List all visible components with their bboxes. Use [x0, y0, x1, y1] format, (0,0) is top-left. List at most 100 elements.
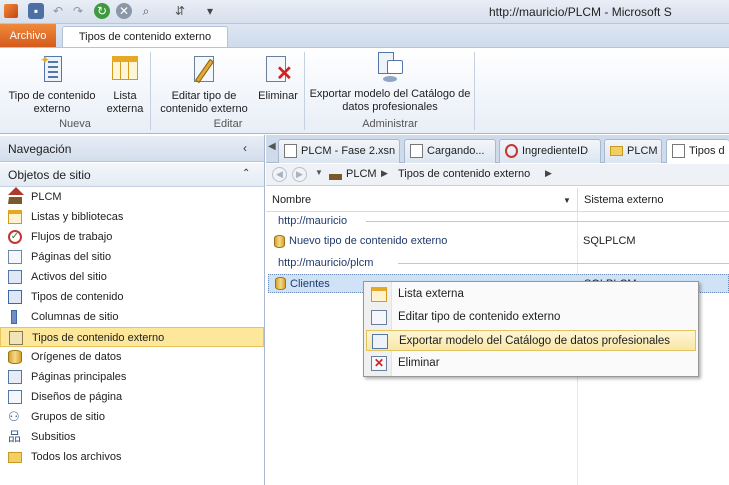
group-header[interactable]: http://mauricio/plcm — [278, 257, 373, 269]
sidebar-item-subsitios[interactable]: 品 Subsitios — [0, 427, 264, 447]
doc-tab-label: Tipos d — [689, 145, 725, 157]
navigation-title: Navegación — [8, 142, 72, 156]
edit-icon — [188, 54, 220, 86]
sidebar-item-label: Páginas principales — [31, 371, 127, 383]
back-icon[interactable]: ◀ — [272, 167, 287, 182]
export-bdc-model-label: Exportar modelo del Catálogo de datos pr… — [309, 88, 471, 113]
sidebar-item-label: Columnas de sitio — [31, 311, 119, 323]
site-objects-header[interactable]: Objetos de sitio — [0, 163, 264, 187]
external-list-icon — [109, 54, 141, 86]
doc-tab-tipos[interactable]: Tipos d — [666, 139, 729, 163]
save-icon[interactable]: ▪ — [28, 3, 44, 19]
preview-icon[interactable]: ⌕ — [138, 3, 154, 19]
sidebar-item-label: Subsitios — [31, 431, 76, 443]
column-header-system[interactable]: Sistema externo — [577, 188, 729, 212]
sidebar-item-paginas-principales[interactable]: Páginas principales — [0, 367, 264, 387]
site-groups-icon: ⚇ — [8, 409, 20, 424]
menu-item-label: Eliminar — [398, 357, 440, 369]
table-row[interactable]: Nuevo tipo de contenido externo SQLPLCM — [270, 232, 729, 251]
master-pages-icon — [8, 370, 22, 384]
file-tab[interactable]: Archivo — [0, 24, 56, 48]
column-header-label: Sistema externo — [584, 194, 664, 206]
publish-icon[interactable]: ⇵ — [172, 3, 188, 19]
content-type-icon — [274, 235, 285, 248]
content-type-icon — [275, 277, 286, 290]
site-assets-icon — [8, 270, 22, 284]
edit-content-type-button[interactable]: Editar tipo de contenido externo — [154, 54, 254, 116]
ribbon-separator — [150, 52, 151, 130]
sidebar-item-origenes[interactable]: Orígenes de datos — [0, 347, 264, 367]
group-label-nueva: Nueva — [59, 118, 91, 130]
group-header[interactable]: http://mauricio — [278, 215, 347, 227]
doc-tab-ingredienteid[interactable]: IngredienteID — [499, 139, 601, 163]
sidebar-item-label: Páginas del sitio — [31, 251, 112, 263]
doc-tab-label: Cargando... — [427, 145, 485, 157]
chevron-up-icon[interactable]: ⌃ — [242, 168, 250, 179]
page-icon — [410, 144, 423, 158]
doc-tab-cargando[interactable]: Cargando... — [404, 139, 496, 163]
group-divider — [366, 221, 729, 222]
sidebar-item-plcm[interactable]: PLCM — [0, 187, 264, 207]
tab-scroll-left-icon[interactable]: ◀ — [268, 141, 276, 152]
undo-icon[interactable]: ↶ — [50, 3, 66, 19]
delete-button[interactable]: ✕ Eliminar — [254, 54, 302, 103]
new-content-type-button[interactable]: ✦ Tipo de contenido externo — [2, 54, 102, 116]
workflow-icon: ✓ — [8, 230, 22, 244]
export-bdc-model-button[interactable]: Exportar modelo del Catálogo de datos pr… — [308, 52, 472, 114]
tab-tipos-contenido-externo[interactable]: Tipos de contenido externo — [62, 26, 228, 48]
forward-icon[interactable]: ▶ — [292, 167, 307, 182]
sidebar-item-label: Todos los archivos — [31, 451, 122, 463]
breadcrumb-site[interactable]: PLCM — [346, 168, 377, 180]
sidebar-item-todos-archivos[interactable]: Todos los archivos — [0, 447, 264, 467]
menu-item-exportar[interactable]: Exportar modelo del Catálogo de datos pr… — [366, 330, 696, 351]
chevron-right-icon[interactable]: ▶ — [545, 168, 552, 179]
sidebar-item-label: Tipos de contenido externo — [32, 332, 165, 344]
ribbon-separator — [304, 52, 305, 130]
form-file-icon — [284, 144, 297, 158]
sidebar-item-tipos-contenido-externo[interactable]: Tipos de contenido externo — [0, 327, 264, 347]
doc-tab-label: PLCM — [627, 145, 658, 157]
external-list-button[interactable]: Lista externa — [104, 54, 146, 116]
sidebar-item-tipos-contenido[interactable]: Tipos de contenido — [0, 287, 264, 307]
edit-icon — [371, 310, 387, 325]
breadcrumb-current[interactable]: Tipos de contenido externo — [398, 168, 530, 180]
sidebar-item-columnas[interactable]: Columnas de sitio — [0, 307, 264, 327]
site-columns-icon — [11, 310, 17, 324]
sidebar-item-listas[interactable]: Listas y bibliotecas — [0, 207, 264, 227]
menu-item-editar[interactable]: Editar tipo de contenido externo — [366, 307, 696, 328]
menu-item-label: Lista externa — [398, 288, 464, 300]
page-icon — [672, 144, 685, 158]
doc-tab-fase2[interactable]: PLCM - Fase 2.xsn — [278, 139, 400, 163]
column-header-name[interactable]: Nombre — [266, 188, 577, 212]
menu-item-lista-externa[interactable]: Lista externa — [366, 284, 696, 305]
filter-dropdown-icon[interactable]: ▼ — [563, 196, 571, 205]
chevron-right-icon[interactable]: ▶ — [381, 168, 388, 179]
sidebar-item-label: Activos del sitio — [31, 271, 107, 283]
external-content-types-icon — [9, 331, 23, 345]
site-pages-icon — [8, 250, 22, 264]
sidebar-item-flujos[interactable]: ✓ Flujos de trabajo — [0, 227, 264, 247]
refresh-icon[interactable]: ↻ — [94, 3, 110, 19]
redo-icon[interactable]: ↷ — [70, 3, 86, 19]
collapse-nav-icon[interactable]: ‹ — [243, 141, 247, 155]
stop-icon[interactable]: ✕ — [116, 3, 132, 19]
doc-tab-plcm[interactable]: PLCM — [604, 139, 662, 163]
menu-item-eliminar[interactable]: ✕ Eliminar — [366, 353, 696, 374]
edit-content-type-label: Editar tipo de contenido externo — [160, 90, 248, 115]
sidebar-item-activos[interactable]: Activos del sitio — [0, 267, 264, 287]
sidebar-item-grupos[interactable]: ⚇ Grupos de sitio — [0, 407, 264, 427]
sidebar-item-label: Listas y bibliotecas — [31, 211, 124, 223]
sidebar-item-disenos[interactable]: Diseños de página — [0, 387, 264, 407]
export-model-icon — [374, 52, 406, 84]
ribbon-separator — [474, 52, 475, 130]
sidebar-item-paginas-sitio[interactable]: Páginas del sitio — [0, 247, 264, 267]
sidebar-item-label: PLCM — [31, 191, 62, 203]
external-list-icon — [371, 287, 387, 302]
sidebar-item-label: Orígenes de datos — [31, 351, 122, 363]
row-name: Nuevo tipo de contenido externo — [289, 235, 448, 247]
customize-toolbar-icon[interactable]: ▾ — [202, 3, 218, 19]
history-dropdown-icon[interactable]: ▼ — [315, 168, 323, 177]
sidebar-item-label: Flujos de trabajo — [31, 231, 113, 243]
group-divider — [398, 263, 729, 264]
group-label-editar: Editar — [213, 118, 243, 130]
